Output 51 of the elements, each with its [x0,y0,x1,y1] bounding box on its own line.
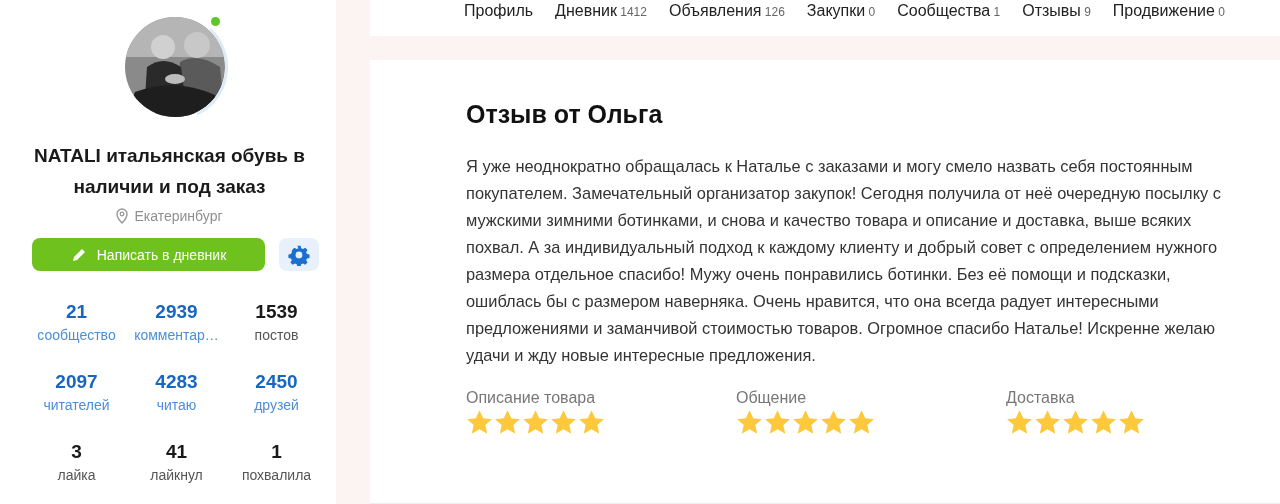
stat-label[interactable]: комментар… [134,327,219,343]
stat-label: лайкнул [150,467,203,483]
stat-label[interactable]: друзей [254,397,299,413]
stat-value: 41 [165,441,188,463]
star-icon [522,409,549,436]
star-icon [764,409,791,436]
star-icon [466,409,493,436]
profile-tab[interactable]: Продвижение 0 [1112,2,1225,20]
stat-value[interactable]: 2939 [155,301,198,323]
stat-label[interactable]: читаю [156,397,197,413]
review-title: Отзыв от Ольга [466,100,664,129]
star-icon [1062,409,1089,436]
profile-tab[interactable]: Дневник 1412 [555,2,647,20]
stat-value[interactable]: 2097 [55,371,98,393]
stat-value: 1539 [255,301,298,323]
profile-name: NATALI итальянская обувь в наличии и под заказ [33,144,306,199]
star-icon [792,409,819,436]
star-icon [1118,409,1145,436]
star-icon [736,409,763,436]
star-icon [1006,409,1033,436]
profile-tab[interactable]: Отзывы 9 [1022,2,1091,20]
rating-label: Описание товара [466,389,597,407]
settings-icon [288,243,310,266]
city-label: Екатеринбург [134,208,223,224]
settings-button[interactable] [279,238,319,271]
stat-value[interactable]: 4283 [155,371,198,393]
star-icon [550,409,577,436]
rating-label: Доставка [1006,389,1076,407]
stat-value[interactable]: 21 [65,301,88,323]
stat-label[interactable]: читателей [43,397,110,413]
star-icon [1034,409,1061,436]
stat-label: лайка [57,467,96,483]
profile-tab[interactable]: Закупки 0 [806,2,876,20]
star-icon [578,409,605,436]
stat-value: 1 [271,441,282,463]
star-icon [820,409,847,436]
stat-label[interactable]: сообщество [37,327,116,343]
profile-tab[interactable]: Объявления 126 [668,2,785,20]
pencil-icon [70,246,87,263]
stat-label: похвалила [241,467,312,483]
review-text: Я уже неоднократно обращалась к Наталье с заказами и могу смело назвать себя постоянным покупателем. Замечательный организатор закупок! Сегодня получила от неё очередную посылку с мужскими зимними ботинками, и снова и качество товара и описание и доставка, выше всяких похвал. А за индивидуальный подход к каждому клиенту и добрый совет с определением нужного размера отдельное спасибо! Мужу очень понравились ботинки. Без её помощи и подсказки, ошиблась бы с размером наверняка. Очень нравится, что она всегда радует интересными предложениями и заманчивой стоимостью товаров. Огромное спасибо Наталье! Искренне желаю удачи и жду новые интересные предложения. [466,156,1222,366]
star-icon [494,409,521,436]
location-pin-icon [116,208,129,224]
star-icon [848,409,875,436]
rating-label: Общение [736,389,808,407]
profile-tab[interactable]: Профиль [464,2,534,20]
profile-tab[interactable]: Сообщества 1 [897,2,1001,20]
star-icon [1090,409,1117,436]
stat-value[interactable]: 2450 [255,371,298,393]
stat-value: 3 [71,441,82,463]
stat-label: постов [254,327,299,343]
